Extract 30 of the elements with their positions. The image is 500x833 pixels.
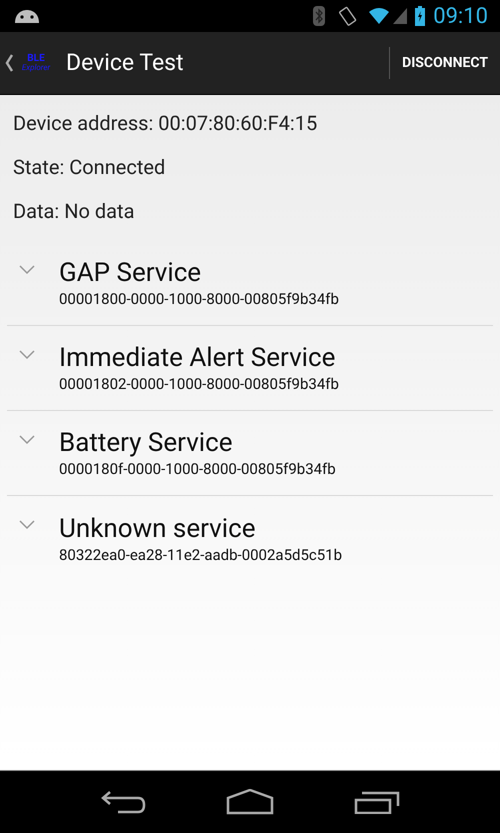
service-name: GAP Service: [59, 257, 202, 289]
service-uuid: 80322ea0-ea28-11e2-aadb-0002a5d5c51b: [59, 544, 342, 564]
info-text: State: Connected: [12, 154, 166, 181]
service-row[interactable]: Unknown service 80322ea0-ea28-11e2-aadb-0002a5d5c51b: [7, 496, 493, 581]
home-nav-button[interactable]: [226, 789, 274, 815]
clock: 09:10: [433, 2, 488, 30]
info-text: Device address: 00:07:80:60:F4:15: [12, 110, 318, 137]
service-uuid: 00001800-0000-1000-8000-00805f9b34fb: [59, 289, 339, 309]
service-name: Unknown service: [59, 512, 256, 544]
service-name: Immediate Alert Service: [59, 342, 336, 374]
bluetooth-icon: [313, 6, 326, 26]
info-text: Data: No data: [12, 198, 136, 225]
back-nav-button[interactable]: [100, 790, 146, 814]
service-uuid: 0000180f-0000-1000-8000-00805f9b34fb: [59, 459, 336, 479]
home-icon: [226, 789, 274, 815]
back-icon: [100, 790, 146, 814]
service-row[interactable]: Battery Service 0000180f-0000-1000-8000-00805f9b34fb: [7, 411, 493, 496]
disconnect-button[interactable]: DISCONNECT: [390, 32, 500, 94]
back-chevron-icon: [4, 54, 14, 72]
wifi-icon: [367, 6, 408, 26]
android-icon: [12, 8, 42, 24]
service-row[interactable]: GAP Service 00001800-0000-1000-8000-00805f9b34fb: [7, 241, 493, 326]
screen-title: Device Test: [66, 48, 184, 78]
service-uuid: 00001802-0000-1000-8000-00805f9b34fb: [59, 374, 339, 394]
recents-icon: [354, 790, 400, 814]
recents-nav-button[interactable]: [354, 790, 400, 814]
battery-icon: [415, 6, 426, 26]
service-name: Battery Service: [59, 427, 234, 459]
service-row[interactable]: Immediate Alert Service 00001802-0000-1000-8000-00805f9b34fb: [7, 326, 493, 411]
app-logo: BLE Explorer: [20, 54, 52, 72]
